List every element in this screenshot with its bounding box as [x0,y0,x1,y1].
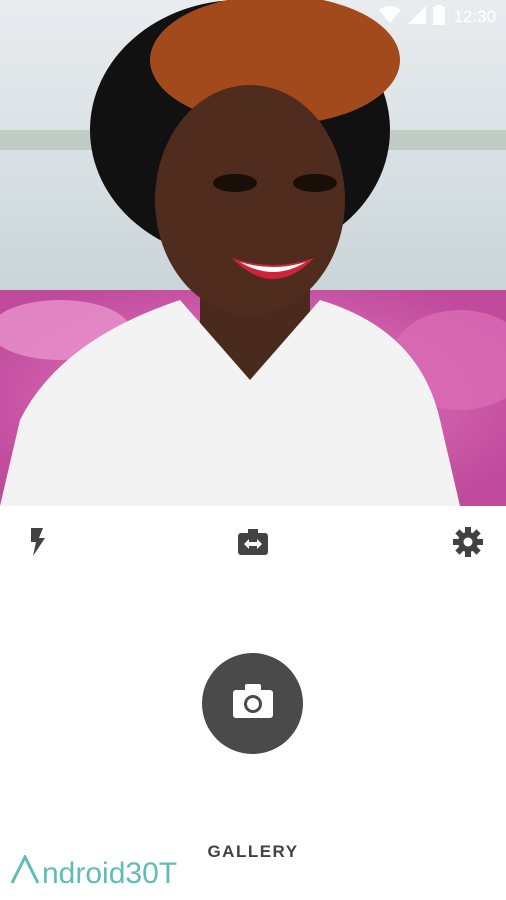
status-time: 12:30 [453,7,496,26]
preview-image [0,0,506,506]
camera-toolbar [0,506,506,582]
battery-icon [433,4,446,30]
watermark-text: ndroid30T [42,857,178,890]
camera-icon [232,684,273,723]
gear-icon [453,526,483,562]
switch-camera-icon [238,528,268,560]
flash-icon [29,527,47,561]
camera-preview[interactable] [0,0,506,506]
switch-camera-button[interactable] [235,526,271,562]
watermark: ndroid30T [10,853,178,893]
status-bar: 12:30 [0,0,506,34]
shutter-button[interactable] [202,653,303,754]
signal-icon [407,5,427,30]
android-logo-icon [10,853,40,893]
wifi-icon [379,5,402,29]
settings-button[interactable] [450,526,486,562]
flash-button[interactable] [20,526,56,562]
